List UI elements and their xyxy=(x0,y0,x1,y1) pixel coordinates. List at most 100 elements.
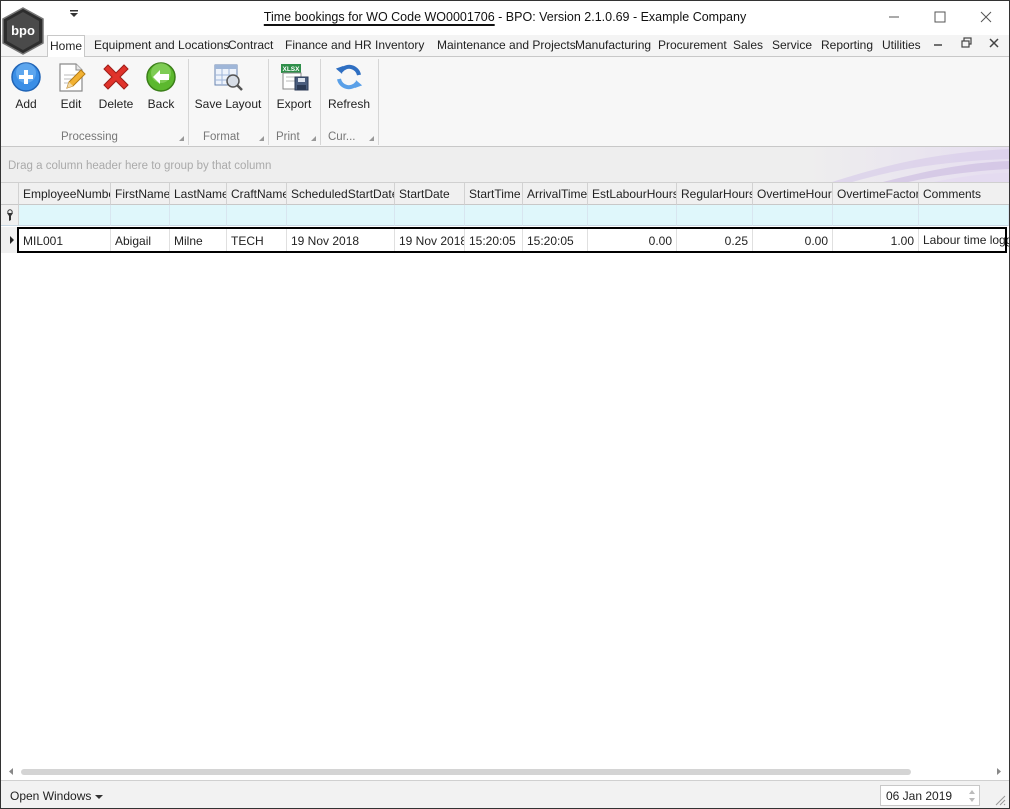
column-header[interactable]: RegularHours xyxy=(677,183,753,205)
bpo-logo[interactable]: bpo xyxy=(1,7,45,55)
column-header[interactable]: StartTime xyxy=(465,183,523,205)
group-processing-label: Processing xyxy=(61,131,118,143)
refresh-button[interactable]: Refresh xyxy=(325,61,373,111)
refresh-icon xyxy=(333,61,365,93)
group-launcher-icon[interactable] xyxy=(369,136,374,141)
filter-cell[interactable] xyxy=(753,205,833,226)
filter-cell[interactable] xyxy=(833,205,919,226)
window-title-highlight: Time bookings for WO Code WO0001706 xyxy=(263,10,495,24)
row-selector[interactable] xyxy=(1,227,19,253)
menu-bar: Home Equipment and Locations Contract Fi… xyxy=(1,35,1009,58)
mdi-restore-icon[interactable] xyxy=(961,37,973,52)
tab-sales[interactable]: Sales xyxy=(733,38,763,52)
column-header[interactable]: Comments xyxy=(919,183,1009,205)
edit-button[interactable]: Edit xyxy=(51,61,91,111)
column-header[interactable]: ScheduledStartDate xyxy=(287,183,395,205)
mdi-close-icon[interactable] xyxy=(989,37,999,52)
filter-cell[interactable] xyxy=(287,205,395,226)
tab-utilities[interactable]: Utilities xyxy=(882,38,921,52)
add-button[interactable]: Add xyxy=(6,61,46,111)
date-spinner-icon[interactable] xyxy=(968,788,976,804)
mdi-minimize-icon[interactable] xyxy=(933,37,943,52)
filter-cell[interactable] xyxy=(523,205,588,226)
tab-equipment-and-locations[interactable]: Equipment and Locations xyxy=(94,38,229,52)
table-cell[interactable]: Labour time logged xyxy=(919,227,1009,253)
column-header[interactable]: StartDate xyxy=(395,183,465,205)
ribbon-separator xyxy=(188,59,189,145)
tab-manufacturing[interactable]: Manufacturing xyxy=(575,38,651,52)
scroll-right-icon[interactable] xyxy=(995,767,1003,776)
group-by-panel[interactable]: Drag a column header here to group by th… xyxy=(1,147,1009,183)
table-cell[interactable]: 15:20:05 xyxy=(523,227,588,253)
table-cell[interactable]: MIL001 xyxy=(19,227,111,253)
filter-icon xyxy=(7,209,13,221)
column-header[interactable]: ArrivalTime xyxy=(523,183,588,205)
table-cell[interactable]: 0.00 xyxy=(753,227,833,253)
tab-procurement[interactable]: Procurement xyxy=(658,38,727,52)
tab-contract[interactable]: Contract xyxy=(228,38,273,52)
back-label: Back xyxy=(147,97,175,111)
resize-grip-icon[interactable] xyxy=(994,794,1006,806)
tab-home[interactable]: Home xyxy=(47,35,85,58)
tab-inventory[interactable]: Inventory xyxy=(375,38,424,52)
filter-cell[interactable] xyxy=(588,205,677,226)
save-layout-button[interactable]: Save Layout xyxy=(194,61,262,111)
column-header[interactable]: EmployeeNumber xyxy=(19,183,111,205)
group-launcher-icon[interactable] xyxy=(179,136,184,141)
refresh-label: Refresh xyxy=(327,97,371,111)
tab-finance-and-hr[interactable]: Finance and HR xyxy=(285,38,372,52)
export-button[interactable]: XLSX Export xyxy=(273,61,315,111)
delete-icon xyxy=(100,61,132,93)
table-cell[interactable]: 19 Nov 2018 xyxy=(395,227,465,253)
chevron-down-icon xyxy=(94,795,103,799)
maximize-icon[interactable] xyxy=(917,5,963,29)
column-header[interactable]: EstLabourHours xyxy=(588,183,677,205)
filter-cell[interactable] xyxy=(227,205,287,226)
delete-button[interactable]: Delete xyxy=(96,61,136,111)
table-cell[interactable]: Milne xyxy=(170,227,227,253)
filter-cell[interactable] xyxy=(465,205,523,226)
column-header[interactable]: CraftName xyxy=(227,183,287,205)
svg-text:bpo: bpo xyxy=(11,23,35,38)
window-title-rest: - BPO: Version 2.1.0.69 - Example Compan… xyxy=(494,10,747,24)
open-windows-button[interactable]: Open Windows xyxy=(10,789,103,803)
filter-cell[interactable] xyxy=(919,205,1009,226)
tab-reporting[interactable]: Reporting xyxy=(821,38,873,52)
filter-cell[interactable] xyxy=(677,205,753,226)
filter-cell[interactable] xyxy=(170,205,227,226)
group-launcher-icon[interactable] xyxy=(311,136,316,141)
column-header[interactable]: OvertimeFactor xyxy=(833,183,919,205)
table-cell[interactable]: 15:20:05 xyxy=(465,227,523,253)
close-icon[interactable] xyxy=(963,5,1009,29)
filter-cell[interactable] xyxy=(19,205,111,226)
group-launcher-icon[interactable] xyxy=(259,136,264,141)
tab-maintenance-and-projects[interactable]: Maintenance and Projects xyxy=(437,38,576,52)
date-field[interactable]: 06 Jan 2019 xyxy=(880,785,980,806)
column-header[interactable]: LastName xyxy=(170,183,227,205)
open-windows-label: Open Windows xyxy=(10,789,92,803)
title-bar: Time bookings for WO Code WO0001706 - BP… xyxy=(1,1,1009,35)
filter-cell[interactable] xyxy=(395,205,465,226)
table-cell[interactable]: 1.00 xyxy=(833,227,919,253)
table-cell[interactable]: 19 Nov 2018 xyxy=(287,227,395,253)
scroll-left-icon[interactable] xyxy=(7,767,15,776)
column-header[interactable]: FirstName xyxy=(111,183,170,205)
group-by-hint: Drag a column header here to group by th… xyxy=(8,160,272,172)
decorative-swirl xyxy=(832,149,1009,182)
table-cell[interactable]: Abigail xyxy=(111,227,170,253)
column-header[interactable]: OvertimeHours xyxy=(753,183,833,205)
save-layout-label: Save Layout xyxy=(194,97,262,111)
minimize-icon[interactable] xyxy=(871,5,917,29)
table-cell[interactable]: TECH xyxy=(227,227,287,253)
edit-icon xyxy=(55,61,87,93)
window-title: Time bookings for WO Code WO0001706 - BP… xyxy=(1,10,1009,24)
export-xlsx-icon: XLSX xyxy=(278,61,310,93)
scrollbar-thumb[interactable] xyxy=(21,769,911,775)
horizontal-scrollbar[interactable] xyxy=(1,763,1009,779)
table-cell[interactable]: 0.00 xyxy=(588,227,677,253)
filter-cell[interactable] xyxy=(111,205,170,226)
edit-label: Edit xyxy=(60,97,82,111)
tab-service[interactable]: Service xyxy=(772,38,812,52)
back-button[interactable]: Back xyxy=(141,61,181,111)
table-cell[interactable]: 0.25 xyxy=(677,227,753,253)
